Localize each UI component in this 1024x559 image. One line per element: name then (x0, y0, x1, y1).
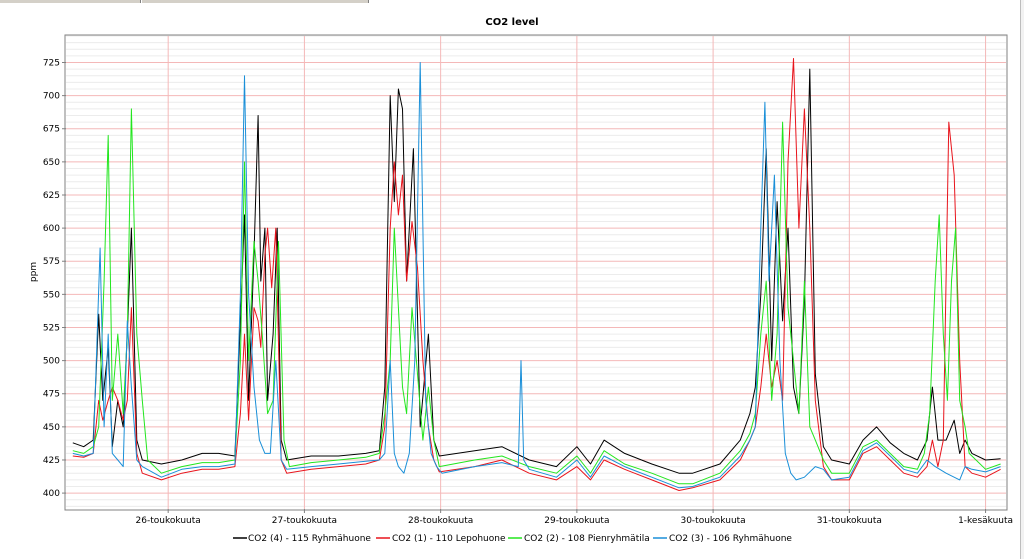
x-axis-ticks: 26-toukokuuta 27-toukokuuta 28-toukokuuta 2… (136, 509, 1013, 526)
y-tick-label: 425 (43, 456, 60, 466)
y-tick-label: 475 (43, 390, 60, 400)
legend-label: CO2 (1) - 110 Lepohuone (392, 534, 506, 544)
co2-line-chart: CO2 level 400 425 450 475 500 525 550 575 600 625… (29, 17, 1013, 544)
chart-title: CO2 level (485, 17, 538, 28)
legend-label: CO2 (3) - 106 Ryhmähuone (669, 534, 792, 544)
y-tick-label: 450 (43, 423, 60, 433)
legend-label: CO2 (4) - 115 Ryhmähuone (248, 534, 371, 544)
x-tick-label: 28-toukokuuta (408, 516, 473, 526)
y-tick-label: 700 (43, 92, 60, 102)
x-tick-label: 29-toukokuuta (544, 516, 609, 526)
x-tick-label: 26-toukokuuta (136, 516, 201, 526)
legend-label: CO2 (2) - 108 Pienryhmätila (524, 534, 650, 544)
y-tick-label: 500 (43, 357, 60, 367)
x-tick-label: 1-kesäkuuta (958, 516, 1013, 526)
y-tick-label: 625 (43, 191, 60, 201)
y-tick-label: 550 (43, 290, 60, 300)
y-axis-label: ppm (29, 262, 39, 282)
window-frame-edge (1020, 0, 1024, 559)
y-tick-label: 725 (43, 58, 60, 68)
y-tick-label: 600 (43, 224, 60, 234)
x-tick-label: 30-toukokuuta (680, 516, 745, 526)
y-tick-label: 675 (43, 125, 60, 135)
x-tick-label: 31-toukokuuta (817, 516, 882, 526)
plot-area (64, 34, 1008, 511)
x-tick-label: 27-toukokuuta (272, 516, 337, 526)
y-tick-label: 400 (43, 489, 60, 499)
chart-legend: CO2 (4) - 115 Ryhmähuone CO2 (1) - 110 Le… (233, 534, 792, 544)
y-tick-label: 650 (43, 158, 60, 168)
y-axis-ticks: 400 425 450 475 500 525 550 575 600 625 650 675 700 7… (43, 58, 66, 499)
y-tick-label: 575 (43, 257, 60, 267)
y-tick-label: 525 (43, 323, 60, 333)
